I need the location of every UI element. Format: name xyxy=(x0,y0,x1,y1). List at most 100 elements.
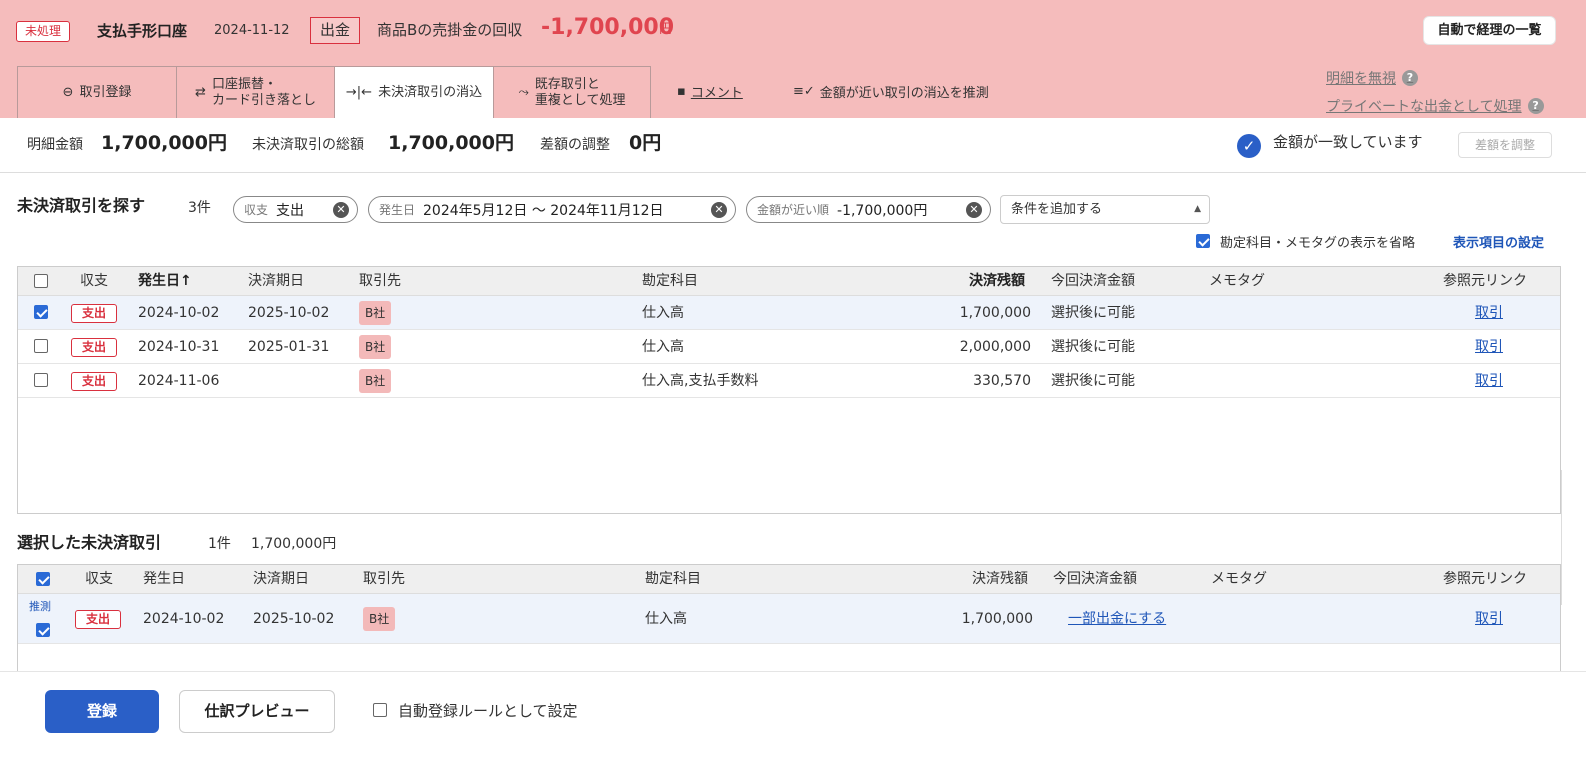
result-count: 3件 xyxy=(188,200,211,216)
select-all-checkbox[interactable] xyxy=(36,572,50,586)
partner-badge: B社 xyxy=(363,607,396,631)
selected-section-title: 選択した未決済取引 xyxy=(17,533,162,552)
row-checkbox[interactable] xyxy=(36,623,50,637)
selected-table: 収支 発生日 決済期日 取引先 勘定科目 決済残額 今回決済金額 メモタグ 参照… xyxy=(17,564,1561,672)
private-withdrawal-link[interactable]: プライベートな出金として処理 ? xyxy=(1326,96,1544,116)
row-this-amount: 選択後に可能 xyxy=(1051,339,1135,355)
table-header: 収支 発生日 決済期日 取引先 勘定科目 決済残額 今回決済金額 メモタグ 参照… xyxy=(18,565,1560,594)
filter-chip-type[interactable]: 収支 支出 ✕ xyxy=(233,196,358,223)
row-balance: 2,000,000 xyxy=(959,339,1031,355)
row-checkbox[interactable] xyxy=(34,373,48,387)
ref-link[interactable]: 取引 xyxy=(1475,337,1503,357)
row-this-amount: 選択後に可能 xyxy=(1051,373,1135,389)
tab-register-transaction[interactable]: ⊖ 取引登録 xyxy=(17,66,177,118)
add-condition-select[interactable]: 条件を追加する ▲ xyxy=(1000,195,1210,224)
row-date: 2024-10-31 xyxy=(138,339,220,355)
ref-link[interactable]: 取引 xyxy=(1475,371,1503,391)
tab-label: 未決済取引の消込 xyxy=(378,84,483,100)
sort-arrow-icon: ↑ xyxy=(180,273,192,289)
ref-link[interactable]: 取引 xyxy=(1475,609,1503,629)
guess-clearing-link[interactable]: ≡✓ 金額が近い取引の消込を推測 xyxy=(793,80,989,102)
col-balance: 決済残額 xyxy=(969,273,1025,289)
col-memo: メモタグ xyxy=(1211,571,1267,587)
row-account: 仕入高 xyxy=(642,305,684,321)
close-icon[interactable]: ✕ xyxy=(966,201,982,218)
row-due: 2025-01-31 xyxy=(248,339,330,355)
comment-link[interactable]: ▪ コメント xyxy=(677,80,743,102)
journal-preview-button[interactable]: 仕訳プレビュー xyxy=(179,690,335,733)
table-row[interactable]: 推測 支出 2024-10-02 2025-10-02 B社 仕入高 1,700… xyxy=(18,594,1560,644)
col-this-amount: 今回決済金額 xyxy=(1053,571,1137,587)
omit-account-label: 勘定科目・メモタグの表示を省略 xyxy=(1220,236,1416,251)
select-arrows-icon: ▲ xyxy=(1194,204,1201,214)
select-all-checkbox[interactable] xyxy=(34,274,48,288)
display-settings-link[interactable]: 表示項目の設定 xyxy=(1453,235,1544,253)
close-icon[interactable]: ✕ xyxy=(711,201,727,218)
tab-account-transfer[interactable]: ⇄ 口座振替・ カード引き落とし xyxy=(176,66,335,118)
search-section-title: 未決済取引を探す xyxy=(17,196,146,215)
close-icon[interactable]: ✕ xyxy=(333,201,349,218)
comment-icon: ▪ xyxy=(677,83,686,99)
merge-icon: →|← xyxy=(345,84,373,100)
ignore-detail-link[interactable]: 明細を無視 ? xyxy=(1326,68,1418,88)
auto-list-button[interactable]: 自動で経理の一覧 xyxy=(1423,16,1556,45)
omit-account-checkbox[interactable] xyxy=(1196,234,1210,248)
row-date: 2024-11-06 xyxy=(138,373,220,389)
partner-badge: B社 xyxy=(359,301,392,325)
col-date: 発生日 xyxy=(143,571,185,587)
tab-duplicate[interactable]: ⤳ 既存取引と 重複として処理 xyxy=(493,66,651,118)
diff-value: 0円 xyxy=(629,132,662,154)
row-checkbox[interactable] xyxy=(34,339,48,353)
auto-rule-label: 自動登録ルールとして設定 xyxy=(398,702,578,720)
tab-unsettled-clearing[interactable]: →|← 未決済取引の消込 xyxy=(334,66,494,118)
table-row[interactable]: 支出 2024-10-02 2025-10-02 B社 仕入高 1,700,00… xyxy=(18,296,1560,330)
row-account: 仕入高,支払手数料 xyxy=(642,373,759,389)
col-partner: 取引先 xyxy=(363,571,405,587)
comment-label: コメント xyxy=(690,85,743,101)
transaction-currency: 円 xyxy=(659,22,673,37)
branch-merge-icon: ⤳ xyxy=(518,84,529,100)
col-account: 勘定科目 xyxy=(642,273,698,289)
detail-amount-value: 1,700,000円 xyxy=(101,132,227,154)
transaction-amount: -1,700,000 xyxy=(541,15,674,40)
minus-circle-icon: ⊖ xyxy=(62,84,74,100)
adjust-diff-button[interactable]: 差額を調整 xyxy=(1458,132,1552,158)
row-due: 2025-10-02 xyxy=(248,305,330,321)
scrollbar[interactable] xyxy=(1561,470,1586,605)
col-date[interactable]: 発生日↑ xyxy=(138,271,192,291)
register-button[interactable]: 登録 xyxy=(45,690,159,733)
auto-rule-checkbox[interactable] xyxy=(373,703,387,717)
table-header: 収支 発生日↑ 決済期日 取引先 勘定科目 決済残額 今回決済金額 メモタグ 参… xyxy=(18,267,1560,296)
help-icon[interactable]: ? xyxy=(1527,98,1544,114)
col-this-amount: 今回決済金額 xyxy=(1051,273,1135,289)
table-row[interactable]: 支出 2024-10-31 2025-01-31 B社 仕入高 2,000,00… xyxy=(18,330,1560,364)
partial-withdrawal-link[interactable]: 一部出金にする xyxy=(1068,609,1166,629)
help-icon[interactable]: ? xyxy=(1402,70,1418,86)
row-date: 2024-10-02 xyxy=(143,611,225,627)
col-account: 勘定科目 xyxy=(645,571,701,587)
transaction-date: 2024-11-12 xyxy=(214,23,290,38)
filter-chip-date[interactable]: 発生日 2024年5月12日 〜 2024年11月12日 ✕ xyxy=(368,196,736,223)
filter-chip-amount[interactable]: 金額が近い順 -1,700,000円 ✕ xyxy=(746,196,991,223)
diff-label: 差額の調整 xyxy=(540,137,610,153)
selected-count: 1件 xyxy=(208,536,231,552)
row-balance: 1,700,000 xyxy=(959,305,1031,321)
col-due: 決済期日 xyxy=(253,571,309,587)
type-badge: 支出 xyxy=(75,610,121,629)
row-balance: 1,700,000 xyxy=(961,611,1033,627)
col-ref: 参照元リンク xyxy=(1443,273,1527,289)
transaction-description: 商品Bの売掛金の回収 xyxy=(377,21,523,39)
col-type: 収支 xyxy=(85,571,113,587)
partner-badge: B社 xyxy=(359,335,392,359)
detail-amount-label: 明細金額 xyxy=(27,137,83,153)
type-badge: 支出 xyxy=(71,304,117,323)
col-memo: メモタグ xyxy=(1209,273,1265,289)
match-status-text: 金額が一致しています xyxy=(1273,133,1423,151)
type-badge: 支出 xyxy=(71,338,117,357)
ref-link[interactable]: 取引 xyxy=(1475,303,1503,323)
list-check-icon: ≡✓ xyxy=(793,83,815,99)
type-badge: 支出 xyxy=(71,372,117,391)
row-checkbox[interactable] xyxy=(34,305,48,319)
row-this-amount: 選択後に可能 xyxy=(1051,305,1135,321)
table-row[interactable]: 支出 2024-11-06 B社 仕入高,支払手数料 330,570 選択後に可… xyxy=(18,364,1560,398)
